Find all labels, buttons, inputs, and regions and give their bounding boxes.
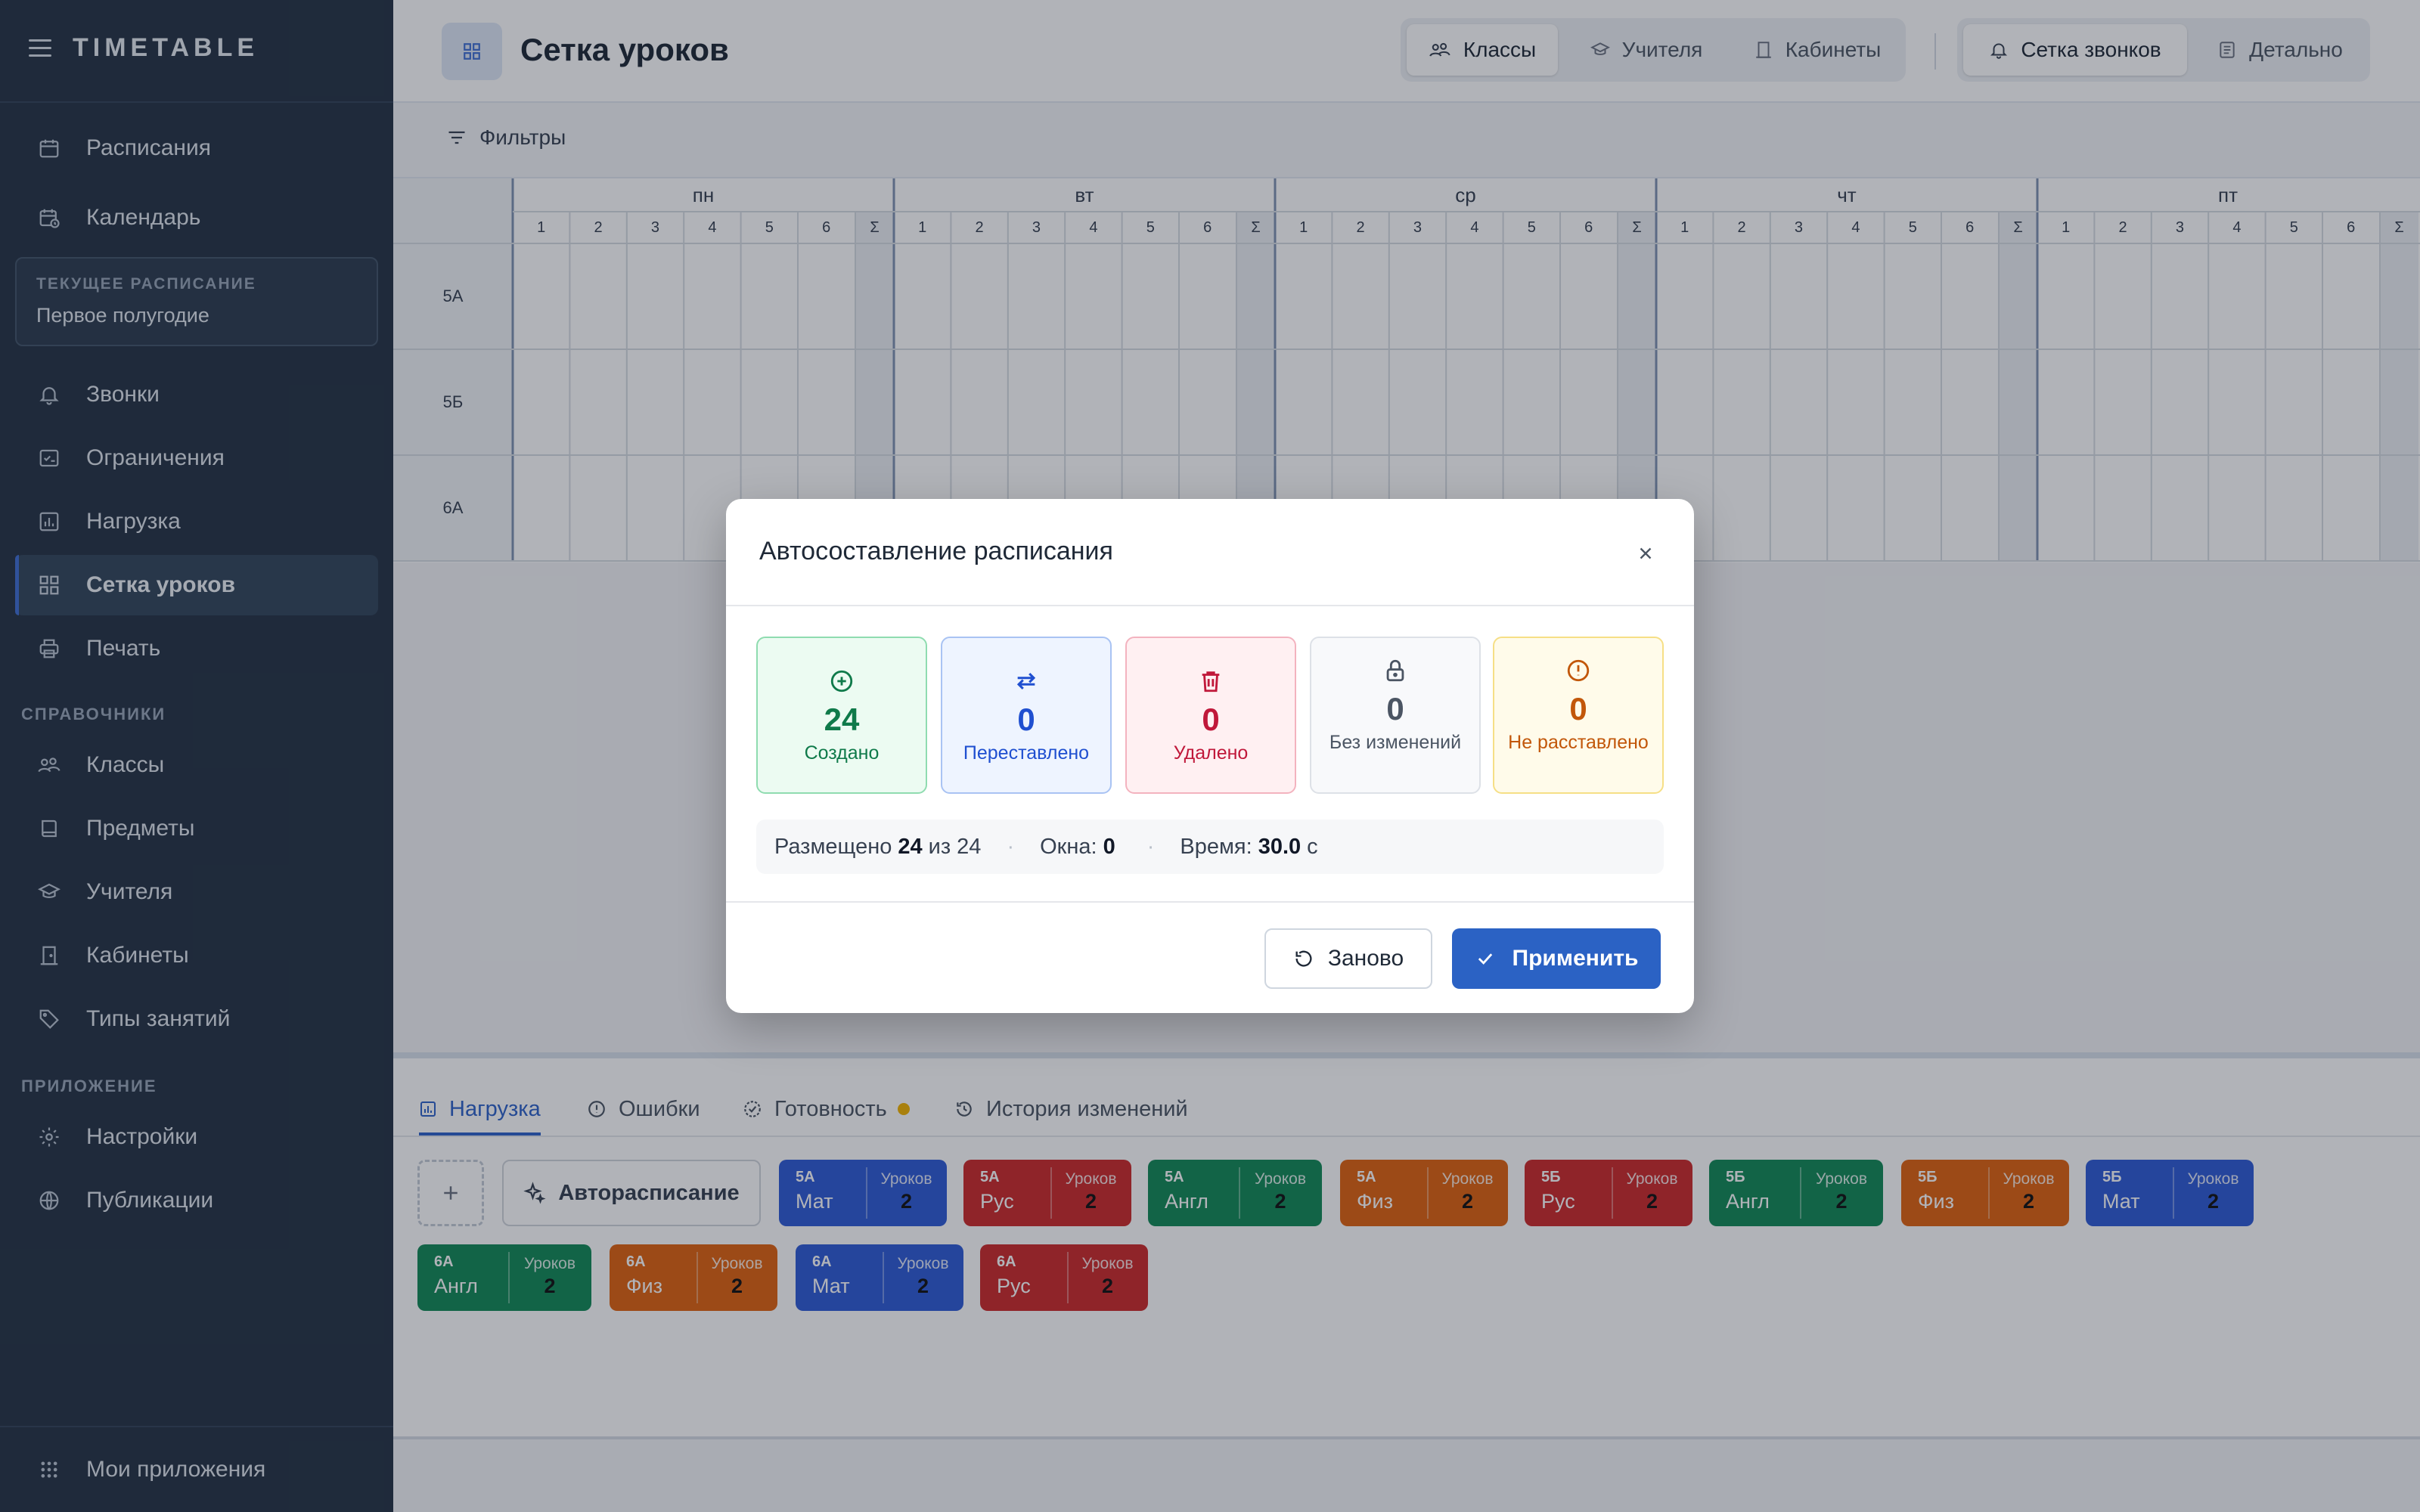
dialog-divider	[726, 605, 1694, 606]
placed-label: Размещено	[774, 834, 892, 859]
lock-icon	[1311, 658, 1479, 683]
stat-value: 0	[1017, 702, 1035, 737]
rotate-ccw-icon	[1293, 948, 1314, 969]
close-button[interactable]	[1630, 538, 1661, 569]
time-value: 30.0	[1258, 834, 1302, 859]
stat-value: 0	[1386, 691, 1404, 727]
stat-value: 24	[824, 702, 860, 737]
apply-label: Применить	[1512, 946, 1639, 971]
stat-card: 0 Переставлено	[941, 637, 1112, 794]
stat-label: Переставлено	[963, 742, 1090, 764]
placed-count: 24	[898, 834, 923, 859]
swap-arrows-icon	[942, 668, 1110, 694]
time-unit: с	[1307, 834, 1318, 859]
separator-dot: ·	[1007, 834, 1015, 859]
apply-button[interactable]: Применить	[1452, 928, 1661, 989]
summary-strip: Размещено 24 из 24 · Окна: 0 · Время: 30…	[756, 820, 1664, 874]
dialog-title: Автосоставление расписания	[759, 537, 1113, 565]
stat-value: 0	[1202, 702, 1220, 737]
stat-label: Удалено	[1173, 742, 1249, 764]
stat-card: 0 Без изменений	[1310, 637, 1481, 794]
stat-label: Без изменений	[1329, 732, 1462, 753]
stat-label: Не расставлено	[1508, 732, 1649, 753]
autoschedule-dialog: Автосоставление расписания 24 Создано 0 Пер…	[726, 499, 1694, 1013]
alert-circle-icon	[1494, 658, 1662, 683]
plus-circle-icon	[758, 668, 926, 694]
stat-label: Создано	[804, 742, 880, 764]
dialog-divider	[726, 901, 1694, 903]
trash-icon	[1127, 668, 1295, 694]
gaps-count: 0	[1103, 834, 1115, 859]
placed-total: из 24	[928, 834, 982, 859]
separator-dot: ·	[1146, 834, 1155, 859]
gaps-label: Окна:	[1040, 834, 1097, 859]
stat-value: 0	[1569, 691, 1587, 727]
time-label: Время:	[1180, 834, 1252, 859]
stat-card: 0 Не расставлено	[1493, 637, 1664, 794]
stat-card: 0 Удалено	[1125, 637, 1296, 794]
redo-label: Заново	[1327, 946, 1404, 971]
close-icon	[1636, 544, 1655, 563]
redo-button[interactable]: Заново	[1264, 928, 1432, 989]
check-icon	[1475, 948, 1496, 969]
stat-card: 24 Создано	[756, 637, 927, 794]
